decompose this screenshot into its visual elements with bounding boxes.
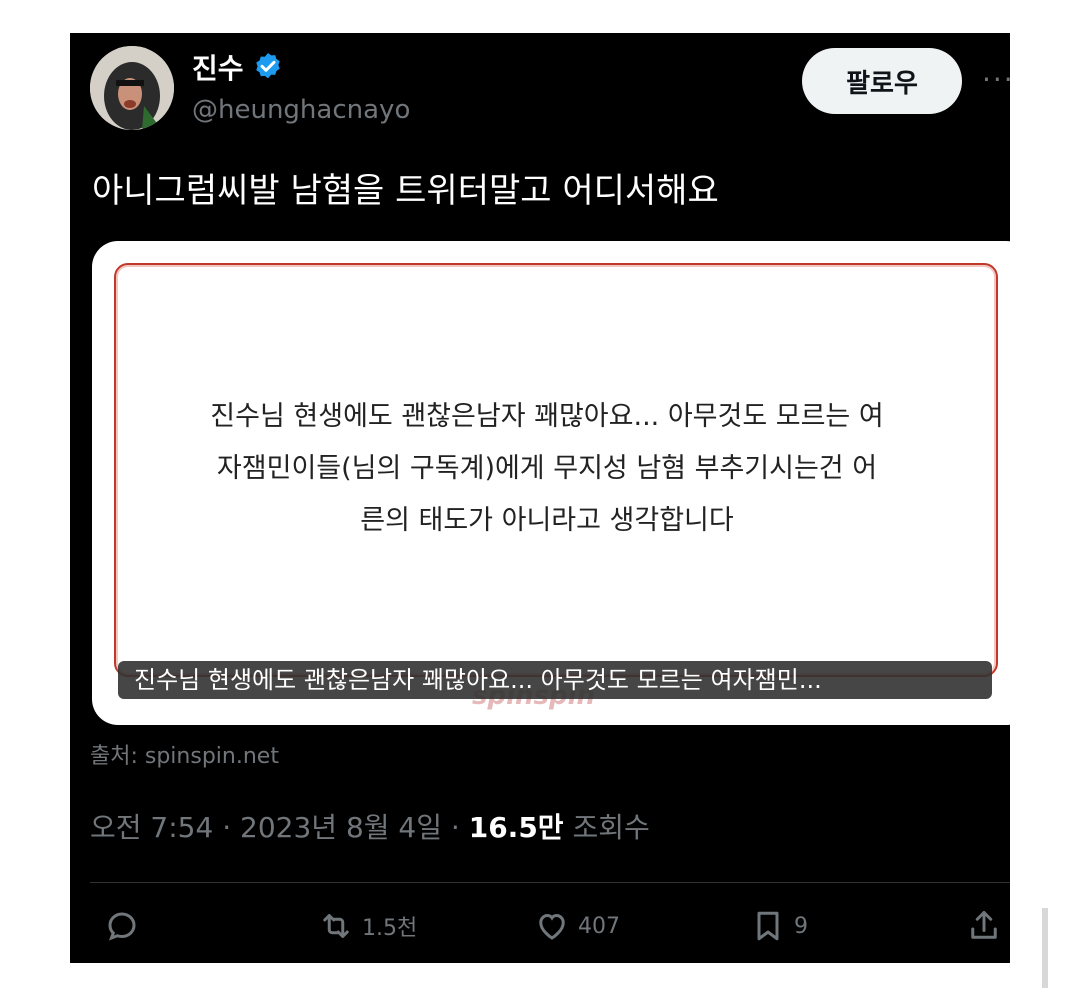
- author-name: 진수: [192, 52, 244, 85]
- retweet-button[interactable]: 1.5천: [318, 908, 417, 944]
- verified-badge-icon: [255, 53, 280, 79]
- tweet-text: 아니그럼씨발 남혐을 트위터말고 어디서해요: [92, 171, 719, 211]
- edge-artifact: [1042, 908, 1048, 988]
- views-count: 16.5만: [468, 811, 564, 844]
- meta-separator: ·: [450, 811, 469, 844]
- media-card[interactable]: 진수님 현생에도 괜찮은남자 꽤많아요... 아무것도 모르는 여 자잼민이들(…: [92, 241, 1010, 725]
- share-icon: [971, 911, 997, 939]
- heart-icon: [539, 913, 565, 940]
- follow-button[interactable]: 팔로우: [802, 48, 962, 114]
- avatar-image: [90, 46, 174, 130]
- tweet-date[interactable]: 2023년 8월 4일: [240, 811, 442, 844]
- retweet-count: 1.5천: [362, 916, 418, 941]
- tweet-time[interactable]: 오전 7:54: [90, 811, 213, 844]
- card-body-text: 진수님 현생에도 괜찮은남자 꽤많아요... 아무것도 모르는 여 자잼민이들(…: [152, 391, 942, 547]
- tweet-meta: 오전 7:54 · 2023년 8월 4일 · 16.5만 조회수: [90, 806, 650, 846]
- reply-button[interactable]: [104, 908, 148, 944]
- more-options-icon[interactable]: ···: [982, 63, 1010, 96]
- meta-separator: ·: [222, 811, 241, 844]
- card-body-line: 진수님 현생에도 괜찮은남자 꽤많아요... 아무것도 모르는 여: [210, 401, 884, 432]
- author-handle[interactable]: @heunghacnayo: [192, 95, 410, 125]
- display-name[interactable]: 진수: [192, 47, 284, 87]
- card-body-line: 자잼민이들(님의 구독계)에게 무지성 남혐 부추기시는건 어: [216, 453, 878, 484]
- retweet-icon: [323, 914, 349, 938]
- media-caption: 진수님 현생에도 괜찮은남자 꽤많아요... 아무것도 모르는 여자잼민...: [118, 661, 992, 699]
- card-body-line: 른의 태도가 아니라고 생각합니다: [360, 505, 734, 536]
- bookmark-button[interactable]: 9: [750, 908, 808, 944]
- tweet: 진수 @heunghacnayo 팔로우 ··· 아니그럼씨발 남혐을 트위터말…: [70, 33, 1010, 963]
- like-button[interactable]: 407: [534, 908, 620, 944]
- like-count: 407: [578, 913, 620, 939]
- source-text[interactable]: 출처: spinspin.net: [90, 738, 279, 770]
- share-button[interactable]: [966, 908, 1002, 944]
- reply-icon: [108, 912, 136, 941]
- views-label: 조회수: [572, 811, 650, 844]
- avatar[interactable]: [90, 46, 174, 130]
- divider: [90, 882, 1010, 883]
- action-bar: 1.5천 407 9: [70, 908, 1010, 958]
- bookmark-count: 9: [794, 913, 808, 939]
- bookmark-icon: [757, 911, 779, 941]
